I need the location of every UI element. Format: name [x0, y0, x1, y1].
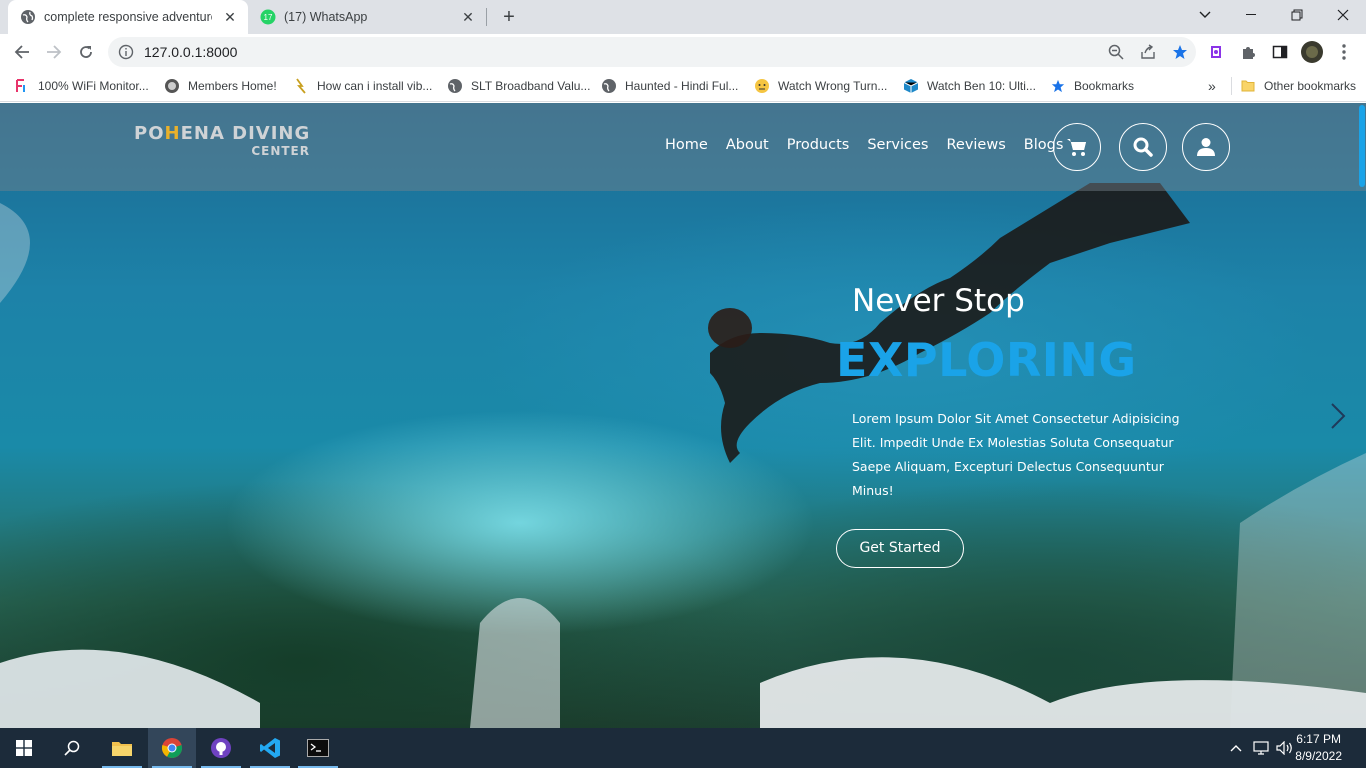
chrome-icon — [161, 738, 183, 758]
globe-icon — [447, 78, 463, 94]
file-explorer-button[interactable] — [98, 728, 146, 768]
extension-icon[interactable] — [1204, 40, 1228, 64]
cart-button[interactable] — [1053, 123, 1101, 171]
globe-icon — [601, 78, 617, 94]
nav-products[interactable]: Products — [787, 137, 850, 153]
folder-icon — [112, 742, 132, 756]
page-scrollbar[interactable] — [1358, 103, 1366, 728]
members-icon — [164, 78, 180, 94]
restore-button[interactable] — [1274, 0, 1320, 30]
volume-icon[interactable] — [1274, 728, 1296, 768]
bookmark-item[interactable]: Haunted - Hindi Ful... — [601, 76, 738, 96]
bookmark-item[interactable]: Members Home! — [164, 76, 277, 96]
github-icon — [211, 738, 231, 758]
nav-services[interactable]: Services — [867, 137, 928, 153]
tab-search-chevron-icon[interactable] — [1182, 0, 1228, 30]
new-tab-button[interactable]: + — [497, 5, 521, 29]
minimize-button[interactable] — [1228, 0, 1274, 30]
tab-title: complete responsive adventure & — [44, 10, 212, 24]
windows-icon — [16, 740, 32, 756]
address-bar[interactable]: 127.0.0.1:8000 — [108, 37, 1196, 67]
cart-icon — [1067, 139, 1086, 156]
nav-about[interactable]: About — [726, 137, 769, 153]
emoji-icon — [754, 78, 770, 94]
page-viewport[interactable]: POHENA DIVING CENTER Home About Products… — [0, 103, 1366, 728]
show-hidden-icons-chevron-icon[interactable] — [1226, 728, 1246, 768]
bookmark-item[interactable]: Bookmarks — [1050, 76, 1134, 96]
tab-strip: complete responsive adventure & ✕ 17 (17… — [0, 0, 1366, 34]
close-window-button[interactable] — [1320, 0, 1366, 30]
wifi-monitor-icon — [14, 78, 30, 94]
search-icon — [1133, 137, 1153, 157]
close-icon[interactable]: ✕ — [458, 7, 478, 27]
tab-separator — [486, 8, 487, 26]
user-icon — [1197, 138, 1215, 156]
puzzle-extensions-icon[interactable] — [1236, 40, 1260, 64]
nav-reviews[interactable]: Reviews — [946, 137, 1005, 153]
terminal-button[interactable] — [294, 728, 342, 768]
windows-taskbar: 6:17 PM 8/9/2022 — [0, 728, 1366, 768]
get-started-button[interactable]: Get Started — [836, 529, 964, 568]
bookmarks-bar: 100% WiFi Monitor... Members Home! How c… — [0, 70, 1366, 102]
slider-next-arrow-icon[interactable] — [1328, 401, 1348, 431]
profile-avatar-icon[interactable] — [1300, 40, 1324, 64]
main-nav: Home About Products Services Reviews Blo… — [665, 137, 1063, 153]
svg-text:17: 17 — [264, 13, 273, 22]
cube-icon — [903, 78, 919, 94]
tab-adventure[interactable]: complete responsive adventure & ✕ — [8, 0, 248, 34]
folder-icon — [1240, 78, 1256, 94]
forward-button[interactable] — [40, 38, 68, 66]
site-logo[interactable]: POHENA DIVING CENTER — [134, 123, 314, 158]
system-clock[interactable]: 6:17 PM 8/9/2022 — [1295, 731, 1342, 765]
more-bookmarks-button[interactable]: » — [1208, 76, 1216, 96]
lightning-icon — [293, 78, 309, 94]
browser-toolbar: 127.0.0.1:8000 — [0, 34, 1366, 70]
github-desktop-button[interactable] — [197, 728, 245, 768]
close-icon[interactable]: ✕ — [220, 7, 240, 27]
scrollbar-thumb[interactable] — [1359, 105, 1365, 187]
bookmark-item[interactable]: SLT Broadband Valu... — [447, 76, 590, 96]
terminal-icon — [307, 739, 329, 757]
other-bookmarks-folder[interactable]: Other bookmarks — [1240, 76, 1356, 96]
vscode-button[interactable] — [246, 728, 294, 768]
hero-subtitle: Never Stop — [852, 283, 1025, 319]
tab-title: (17) WhatsApp — [284, 10, 368, 24]
globe-icon — [20, 9, 36, 25]
menu-kebab-icon[interactable] — [1332, 40, 1356, 64]
bookmark-item[interactable]: How can i install vib... — [293, 76, 432, 96]
zoom-icon[interactable] — [1100, 37, 1132, 67]
hero-title: EXPLORING — [836, 333, 1137, 387]
bookmark-star-icon[interactable] — [1164, 37, 1196, 67]
bookmark-item[interactable]: Watch Wrong Turn... — [754, 76, 887, 96]
whatsapp-icon: 17 — [260, 9, 276, 25]
side-panel-icon[interactable] — [1268, 40, 1292, 64]
hero-content: Never Stop EXPLORING Lorem Ipsum Dolor S… — [836, 283, 1236, 568]
network-icon[interactable] — [1250, 728, 1272, 768]
bookmark-item[interactable]: Watch Ben 10: Ulti... — [903, 76, 1036, 96]
search-button[interactable] — [1119, 123, 1167, 171]
tab-whatsapp[interactable]: 17 (17) WhatsApp ✕ — [248, 0, 486, 34]
clock-date: 8/9/2022 — [1295, 749, 1342, 763]
vscode-icon — [260, 738, 280, 758]
chrome-taskbar-button[interactable] — [148, 728, 196, 768]
bookmark-item[interactable]: 100% WiFi Monitor... — [14, 76, 149, 96]
hero-description: Lorem Ipsum Dolor Sit Amet Consectetur A… — [852, 411, 1180, 498]
star-icon — [1050, 78, 1066, 94]
site-info-icon[interactable] — [118, 44, 134, 60]
search-icon — [64, 740, 80, 756]
url-text[interactable]: 127.0.0.1:8000 — [144, 44, 1100, 60]
nav-home[interactable]: Home — [665, 137, 708, 153]
bookmark-separator — [1231, 77, 1232, 95]
back-button[interactable] — [8, 38, 36, 66]
share-icon[interactable] — [1132, 37, 1164, 67]
search-taskbar-button[interactable] — [48, 728, 96, 768]
reload-button[interactable] — [72, 38, 100, 66]
start-button[interactable] — [0, 728, 48, 768]
clock-time: 6:17 PM — [1296, 732, 1341, 746]
account-button[interactable] — [1182, 123, 1230, 171]
